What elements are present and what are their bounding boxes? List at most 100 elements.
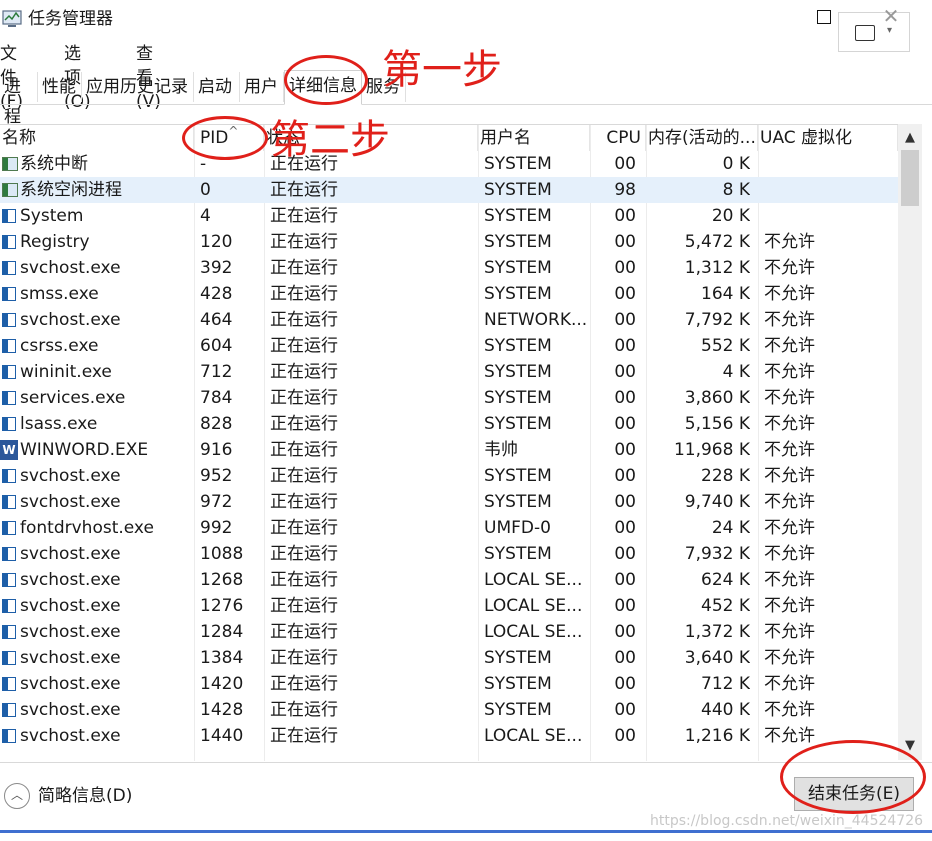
fewer-details-link[interactable]: 简略信息(D) xyxy=(38,783,132,809)
table-row[interactable]: 系统空闲进程 0 正在运行 SYSTEM 98 8 K xyxy=(0,177,898,203)
cell-user: SYSTEM xyxy=(484,492,552,512)
table-row[interactable]: Registry 120 正在运行 SYSTEM 00 5,472 K 不允许 xyxy=(0,229,898,255)
tab-performance[interactable]: 性能 xyxy=(38,72,82,102)
column-header-memory[interactable]: 内存(活动的... xyxy=(646,125,758,151)
cell-status: 正在运行 xyxy=(270,570,338,590)
cell-uac: 不允许 xyxy=(764,388,815,408)
cell-name: svchost.exe xyxy=(20,492,121,512)
table-row[interactable]: svchost.exe 1428 正在运行 SYSTEM 00 440 K 不允许 xyxy=(0,697,898,723)
table-row[interactable]: svchost.exe 1276 正在运行 LOCAL SE... 00 452 K 不允许 xyxy=(0,593,898,619)
process-icon xyxy=(2,677,16,691)
column-header-name[interactable]: 名称 xyxy=(0,125,194,151)
table-row[interactable]: services.exe 784 正在运行 SYSTEM 00 3,860 K 不允许 xyxy=(0,385,898,411)
cell-user: LOCAL SE... xyxy=(484,726,583,746)
cell-name: 系统空闲进程 xyxy=(20,180,122,200)
table-row[interactable]: System 4 正在运行 SYSTEM 00 20 K xyxy=(0,203,898,229)
cell-user: SYSTEM xyxy=(484,674,552,694)
cell-cpu: 00 xyxy=(614,258,636,278)
vertical-scrollbar[interactable]: ▲ ▼ xyxy=(898,124,922,760)
table-row[interactable]: svchost.exe 952 正在运行 SYSTEM 00 228 K 不允许 xyxy=(0,463,898,489)
cell-name: 系统中断 xyxy=(20,154,88,174)
table-row[interactable]: smss.exe 428 正在运行 SYSTEM 00 164 K 不允许 xyxy=(0,281,898,307)
table-row[interactable]: svchost.exe 1284 正在运行 LOCAL SE... 00 1,372 K 不… xyxy=(0,619,898,645)
cell-status: 正在运行 xyxy=(270,674,338,694)
cell-name: wininit.exe xyxy=(20,362,112,382)
cell-name: lsass.exe xyxy=(20,414,98,434)
table-row[interactable]: svchost.exe 464 正在运行 NETWORK... 00 7,792 K 不允许 xyxy=(0,307,898,333)
end-task-circle-annotation xyxy=(780,740,926,814)
cell-status: 正在运行 xyxy=(270,726,338,746)
table-row[interactable]: W WINWORD.EXE 916 正在运行 韦帅 00 11,968 K 不允许 xyxy=(0,437,898,463)
cell-status: 正在运行 xyxy=(270,310,338,330)
column-header-uac[interactable]: UAC 虚拟化 xyxy=(758,125,898,151)
table-row[interactable]: svchost.exe 1440 正在运行 LOCAL SE... 00 1,216 K不… xyxy=(0,723,898,749)
cell-name: svchost.exe xyxy=(20,466,121,486)
cell-name: System xyxy=(20,206,84,226)
table-row[interactable]: svchost.exe 1268 正在运行 LOCAL SE... 00 624 K 不允许 xyxy=(0,567,898,593)
column-header-cpu[interactable]: CPU xyxy=(590,125,646,151)
cell-pid: 120 xyxy=(200,232,233,252)
scroll-thumb[interactable] xyxy=(901,150,919,206)
cell-pid: 1268 xyxy=(200,570,244,590)
cell-pid: 916 xyxy=(200,440,233,460)
table-row[interactable]: csrss.exe 604 正在运行 SYSTEM 00 552 K 不允许 xyxy=(0,333,898,359)
table-row[interactable]: lsass.exe 828 正在运行 SYSTEM 00 5,156 K 不允许 xyxy=(0,411,898,437)
table-row[interactable]: svchost.exe 392 正在运行 SYSTEM 00 1,312 K 不允许 xyxy=(0,255,898,281)
process-icon xyxy=(2,573,16,587)
maximize-button[interactable] xyxy=(817,10,831,24)
cell-uac: 不允许 xyxy=(764,518,815,538)
cell-status: 正在运行 xyxy=(270,180,338,200)
cell-cpu: 00 xyxy=(614,570,636,590)
cell-memory: 440 K xyxy=(701,700,750,720)
table-row[interactable]: svchost.exe 1420 正在运行 SYSTEM 00 712 K 不允许 xyxy=(0,671,898,697)
cell-memory: 24 K xyxy=(711,518,750,538)
system-process-icon xyxy=(2,157,18,171)
cell-name: svchost.exe xyxy=(20,700,121,720)
cell-pid: 1428 xyxy=(200,700,244,720)
cell-cpu: 00 xyxy=(614,440,636,460)
tab-processes[interactable]: 进程 xyxy=(0,72,38,127)
cell-status: 正在运行 xyxy=(270,336,338,356)
column-header-user[interactable]: 用户名 xyxy=(478,125,590,151)
cell-memory: 5,472 K xyxy=(684,232,750,252)
table-row[interactable]: svchost.exe 1384 正在运行 SYSTEM 00 3,640 K 不允许 xyxy=(0,645,898,671)
cell-user: LOCAL SE... xyxy=(484,596,583,616)
table-row[interactable]: wininit.exe 712 正在运行 SYSTEM 00 4 K 不允许 xyxy=(0,359,898,385)
cell-status: 正在运行 xyxy=(270,362,338,382)
cell-cpu: 00 xyxy=(614,518,636,538)
tab-startup[interactable]: 启动 xyxy=(194,72,240,102)
cell-uac: 不允许 xyxy=(764,492,815,512)
collapse-chevron-icon[interactable]: ︿ xyxy=(4,783,30,809)
tab-users[interactable]: 用户 xyxy=(240,72,284,102)
table-row[interactable]: 系统中断 - 正在运行 SYSTEM 00 0 K xyxy=(0,151,898,177)
table-row[interactable]: svchost.exe 1088 正在运行 SYSTEM 00 7,932 K 不允许 xyxy=(0,541,898,567)
table-row[interactable]: fontdrvhost.exe 992 正在运行 UMFD-0 00 24 K 不允许 xyxy=(0,515,898,541)
cell-memory: 1,372 K xyxy=(684,622,750,642)
cell-uac: 不允许 xyxy=(764,362,815,382)
table-row[interactable]: svchost.exe 972 正在运行 SYSTEM 00 9,740 K 不允许 xyxy=(0,489,898,515)
tab-app-history[interactable]: 应用历史记录 xyxy=(82,72,194,102)
cell-user: SYSTEM xyxy=(484,284,552,304)
cell-cpu: 00 xyxy=(614,648,636,668)
close-button[interactable]: ✕ xyxy=(880,6,902,28)
cell-cpu: 00 xyxy=(614,726,636,746)
cell-status: 正在运行 xyxy=(270,284,338,304)
cell-memory: 11,968 K xyxy=(673,440,750,460)
cell-memory: 7,932 K xyxy=(684,544,750,564)
window-title: 任务管理器 xyxy=(28,9,113,29)
cell-memory: 5,156 K xyxy=(684,414,750,434)
scroll-up-icon[interactable]: ▲ xyxy=(898,128,922,148)
cell-name: svchost.exe xyxy=(20,622,121,642)
process-icon xyxy=(2,625,16,639)
cell-pid: 712 xyxy=(200,362,233,382)
cell-pid: 428 xyxy=(200,284,233,304)
title-bar: 任务管理器 ▾ ✕ xyxy=(0,0,932,52)
cell-user: SYSTEM xyxy=(484,180,552,200)
cell-pid: 1420 xyxy=(200,674,244,694)
system-process-icon xyxy=(2,183,18,197)
process-icon xyxy=(2,391,16,405)
cell-uac: 不允许 xyxy=(764,466,815,486)
cell-uac: 不允许 xyxy=(764,622,815,642)
cell-user: SYSTEM xyxy=(484,700,552,720)
cell-cpu: 00 xyxy=(614,206,636,226)
